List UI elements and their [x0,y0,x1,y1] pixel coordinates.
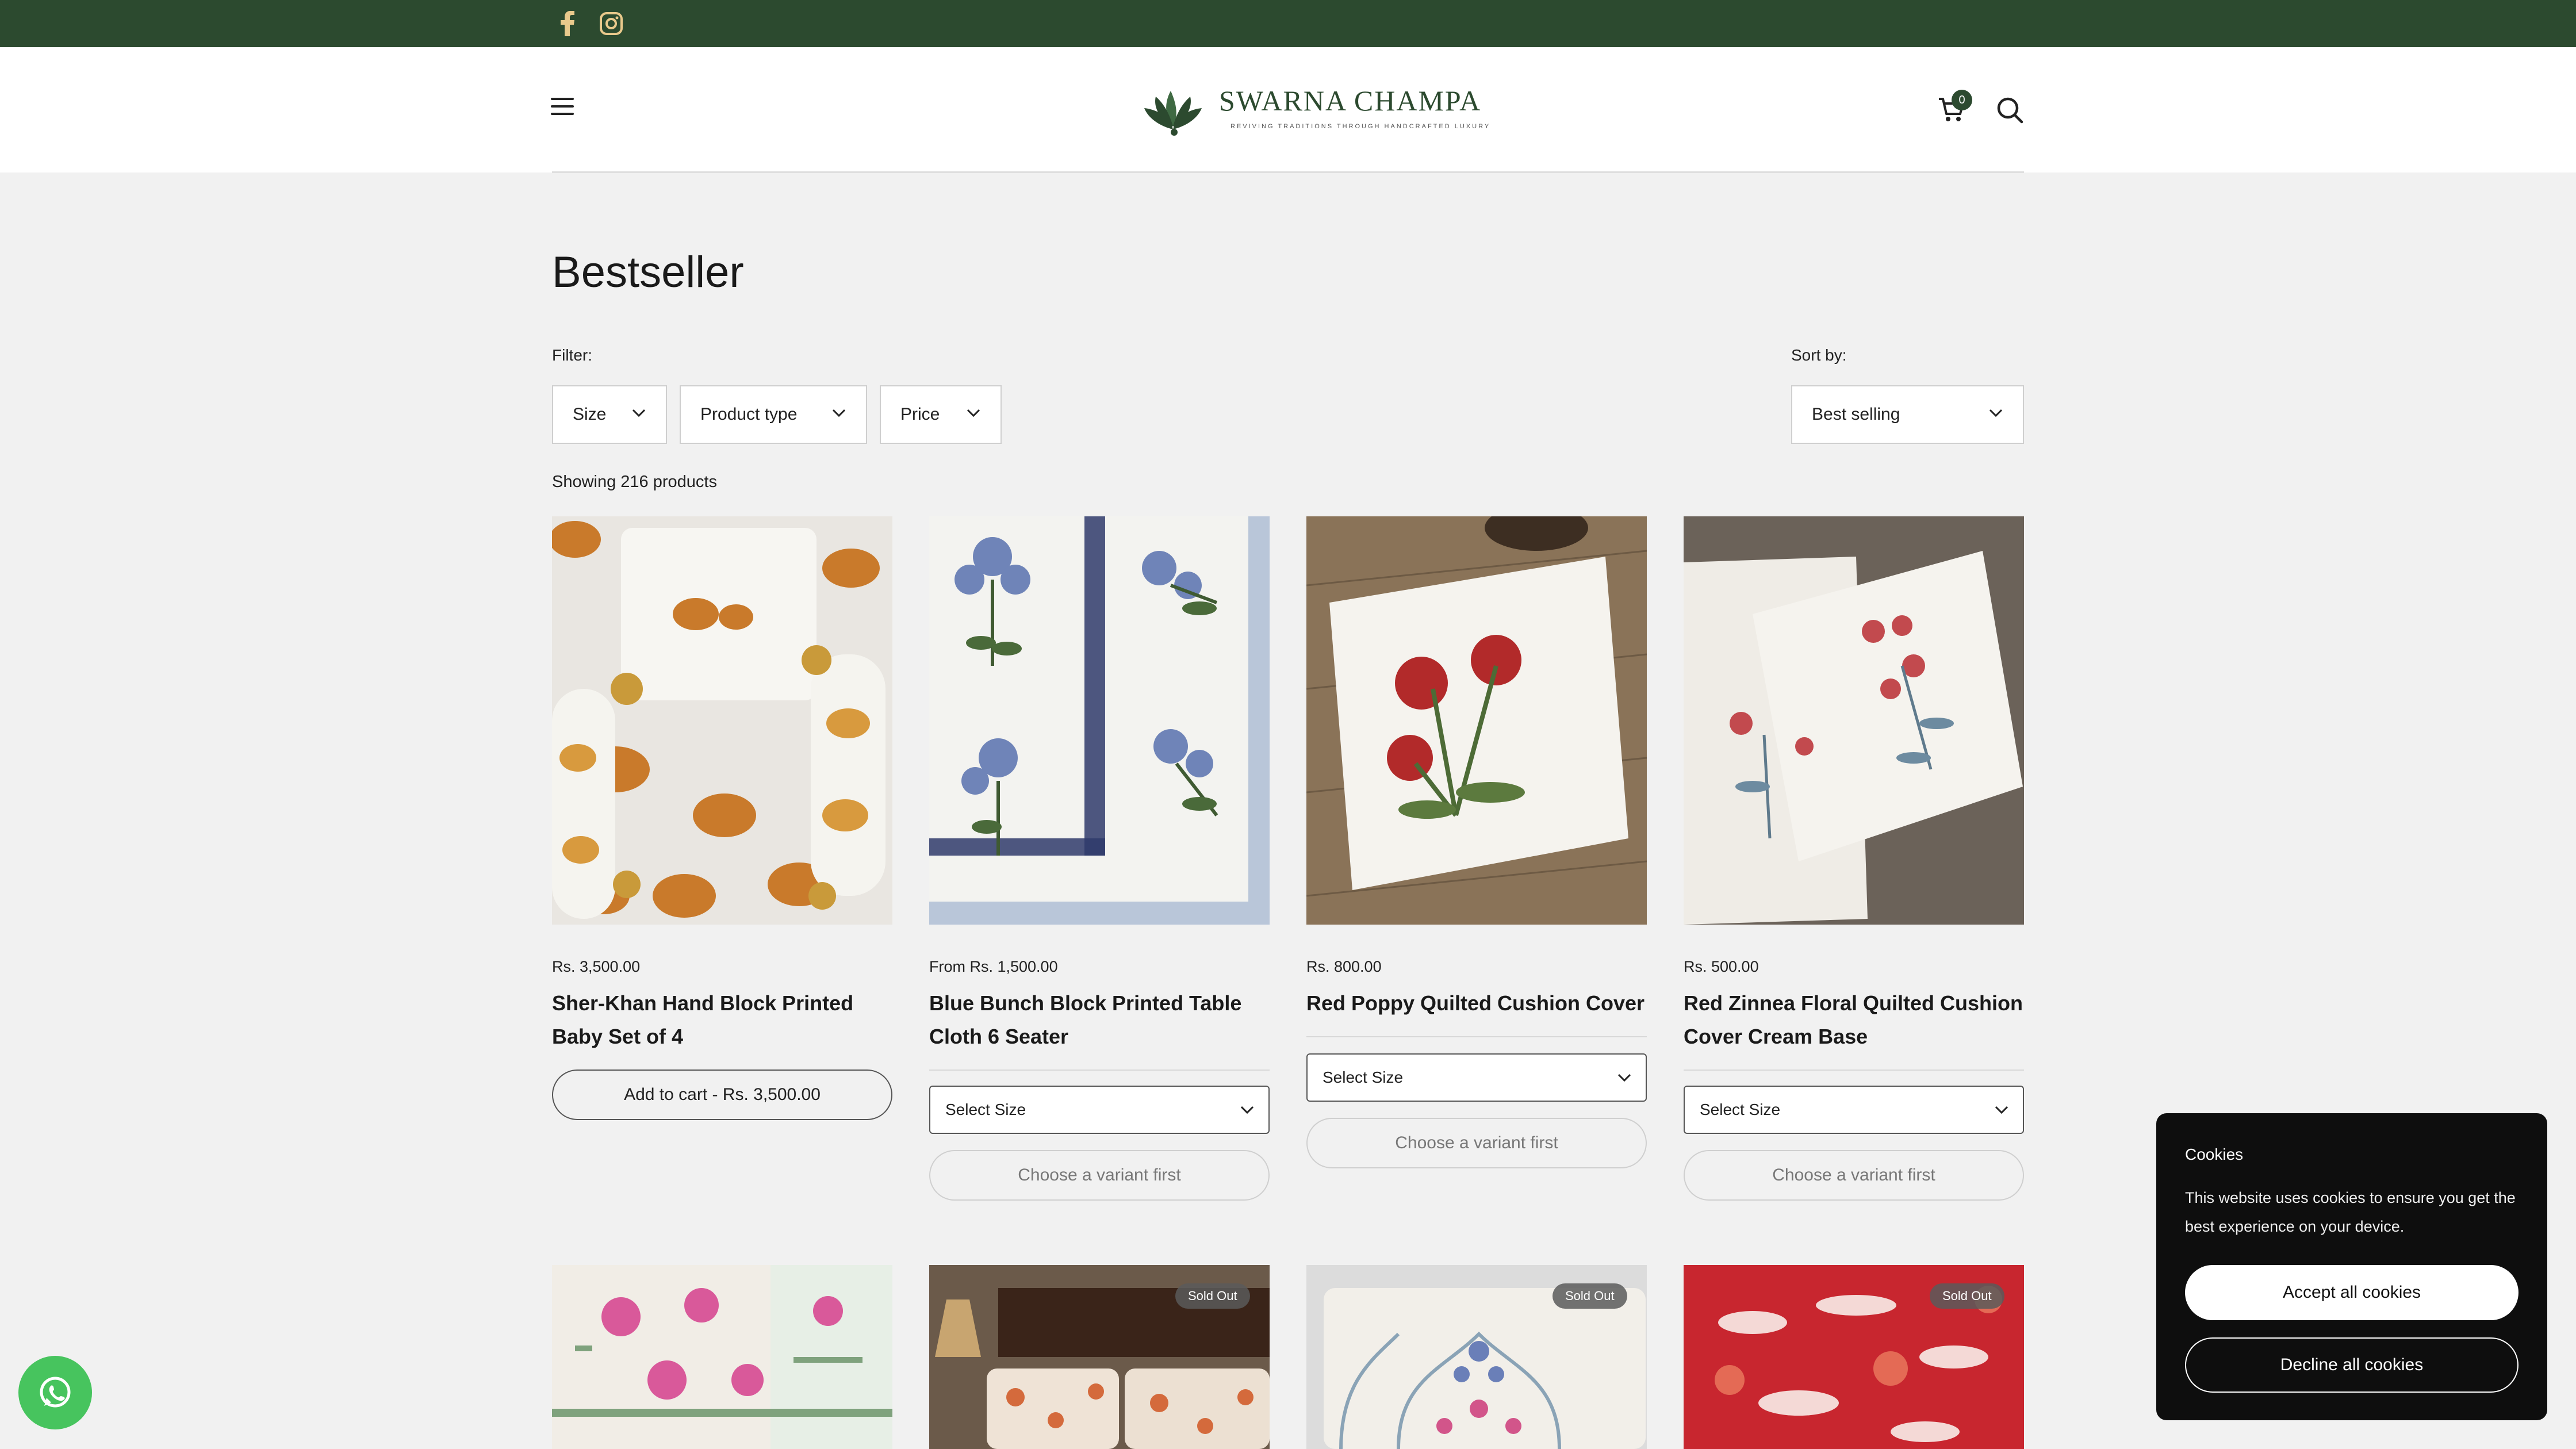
sort-value: Best selling [1812,405,1900,424]
product-image[interactable] [552,516,892,925]
menu-icon[interactable] [551,98,576,123]
product-price: From Rs. 1,500.00 [929,958,1058,975]
product-title[interactable]: Red Poppy Quilted Cushion Cover [1306,987,1651,1020]
product-price: Rs. 500.00 [1684,958,1759,975]
filter-size-button[interactable]: Size [552,385,667,444]
cookie-text: This website uses cookies to ensure you … [2185,1189,2516,1235]
product-image[interactable] [1306,516,1647,925]
accept-cookies-button[interactable]: Accept all cookies [2185,1265,2518,1320]
chevron-down-icon [967,409,980,417]
product-price: Rs. 800.00 [1306,958,1382,975]
sold-out-badge: Sold Out [1930,1283,2004,1309]
filter-size-label: Size [573,405,607,424]
variant-select-label: Select Size [945,1101,1026,1118]
whatsapp-icon[interactable] [18,1356,92,1429]
chevron-down-icon [1617,1074,1631,1082]
sort-label: Sort by: [1791,346,1847,364]
filter-label: Filter: [552,346,592,364]
product-image[interactable] [1684,516,2024,925]
product-title[interactable]: Sher-Khan Hand Block Printed Baby Set of… [552,987,897,1053]
chevron-down-icon [832,409,846,417]
facebook-icon[interactable] [554,10,581,37]
sold-out-badge: Sold Out [1175,1283,1250,1309]
logo-name: SWARNA CHAMPA [1219,85,1482,117]
cookie-banner: Cookies This website uses cookies to ens… [2156,1113,2547,1420]
header-divider [552,171,2024,173]
lotus-logo-icon [1144,91,1202,136]
announcement-bar [0,0,2576,47]
filter-price-button[interactable]: Price [880,385,1002,444]
choose-variant-button[interactable]: Choose a variant first [929,1150,1270,1201]
divider [929,1070,1270,1071]
variant-select[interactable]: Select Size [929,1086,1270,1134]
sold-out-badge: Sold Out [1552,1283,1627,1309]
choose-variant-button[interactable]: Choose a variant first [1684,1150,2024,1201]
product-image[interactable] [552,1265,892,1449]
decline-cookies-button[interactable]: Decline all cookies [2185,1337,2518,1393]
filter-product-type-label: Product type [700,405,798,424]
logo-tagline: REVIVING TRADITIONS THROUGH HANDCRAFTED … [1230,123,1491,130]
chevron-down-icon [1995,1106,2008,1114]
product-price: Rs. 3,500.00 [552,958,641,975]
product-title[interactable]: Blue Bunch Block Printed Table Cloth 6 S… [929,987,1274,1053]
choose-variant-button[interactable]: Choose a variant first [1306,1118,1647,1168]
chevron-down-icon [632,409,646,417]
chevron-down-icon [1989,409,2003,417]
divider [1306,1036,1647,1037]
variant-select-label: Select Size [1322,1068,1404,1086]
variant-select-label: Select Size [1700,1101,1781,1118]
product-count: Showing 216 products [552,473,717,491]
page-title: Bestseller [552,248,744,297]
filter-product-type-button[interactable]: Product type [680,385,867,444]
site-logo[interactable]: SWARNA CHAMPA REVIVING TRADITIONS THROUG… [1138,80,1489,138]
sort-select[interactable]: Best selling [1791,385,2024,444]
variant-select[interactable]: Select Size [1306,1053,1647,1102]
add-to-cart-button[interactable]: Add to cart - Rs. 3,500.00 [552,1070,892,1120]
filter-price-label: Price [900,405,940,424]
product-image[interactable] [929,516,1270,925]
variant-select[interactable]: Select Size [1684,1086,2024,1134]
divider [1684,1070,2024,1071]
cookie-title: Cookies [2185,1145,2244,1163]
instagram-icon[interactable] [598,10,624,37]
chevron-down-icon [1240,1106,1254,1114]
cart-count-badge: 0 [1952,90,1972,110]
search-icon[interactable] [1995,95,2024,124]
product-title[interactable]: Red Zinnea Floral Quilted Cushion Cover … [1684,987,2029,1053]
